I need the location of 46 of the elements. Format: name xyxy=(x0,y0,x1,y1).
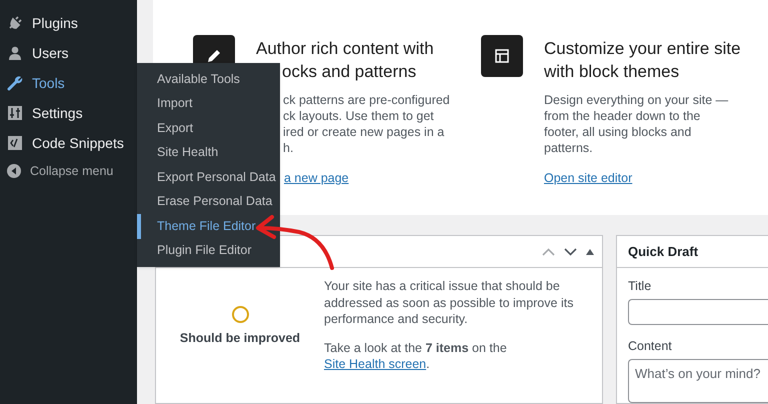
user-icon xyxy=(7,45,23,61)
card-description: patterns. xyxy=(544,140,594,156)
submenu-item[interactable]: Import xyxy=(137,92,280,116)
chevron-down-icon[interactable] xyxy=(564,248,577,256)
card-description: from the header down to the xyxy=(544,108,702,124)
card-link[interactable]: Open site editor xyxy=(544,169,632,188)
content-field[interactable]: What’s on your mind? xyxy=(628,359,768,403)
submenu-item[interactable]: Erase Personal Data xyxy=(137,190,280,214)
sidebar-menu-item[interactable]: Code Snippets xyxy=(0,128,137,158)
submenu-item[interactable]: Theme File Editor xyxy=(137,214,280,238)
field-label: Title xyxy=(628,278,652,294)
status-ring-icon xyxy=(232,306,248,323)
submenu-item[interactable]: Export Personal Data xyxy=(137,165,280,190)
submenu-item[interactable]: Export xyxy=(137,116,280,140)
card-description: ired or create new pages in a xyxy=(283,124,446,140)
plug-icon xyxy=(7,15,23,31)
panel-title: Quick Draft xyxy=(628,242,698,261)
submenu-item[interactable]: Site Health xyxy=(137,140,280,165)
triangle-up-icon[interactable] xyxy=(586,248,594,254)
health-message: Your site has a critical issue that should be addressed as soon as possible to improve its performance and security. xyxy=(324,278,574,328)
collapse-icon xyxy=(7,164,21,178)
submenu-item[interactable]: Available Tools xyxy=(137,67,280,92)
wrench-icon xyxy=(7,75,23,91)
health-prompt: Take a look at the 7 items on the Site Health screen. xyxy=(324,340,508,372)
site-health-link[interactable]: Site Health screen xyxy=(324,357,426,371)
card-description: ck patterns are pre-configured xyxy=(283,92,451,108)
health-status: Should be improved xyxy=(180,330,300,347)
card-description: Design everything on your site — xyxy=(544,92,730,108)
sliders-icon xyxy=(7,105,23,121)
field-label: Content xyxy=(628,338,673,354)
sidebar-menu-item[interactable]: Settings xyxy=(0,98,137,128)
card-heading: ocks and patterns xyxy=(282,61,418,83)
card-heading: Author rich content with xyxy=(256,38,435,60)
card-heading: with block themes xyxy=(544,61,680,83)
sidebar-menu-item[interactable]: Collapse menu xyxy=(0,158,137,184)
card-heading: Customize your entire site xyxy=(544,38,742,60)
sidebar-menu-item[interactable]: Tools xyxy=(0,68,137,98)
code-icon xyxy=(7,135,23,151)
card-description: h. xyxy=(283,140,294,156)
layout-icon xyxy=(495,49,509,63)
card-description: footer, all using blocks and xyxy=(544,124,692,140)
sidebar-menu-item[interactable]: Users xyxy=(0,38,137,68)
sidebar-menu-item[interactable]: Plugins xyxy=(0,8,137,38)
submenu-item[interactable]: Plugin File Editor xyxy=(137,238,280,263)
card-description: ck layouts. Use them to get xyxy=(283,108,435,124)
card-link[interactable]: a new page xyxy=(284,169,349,188)
